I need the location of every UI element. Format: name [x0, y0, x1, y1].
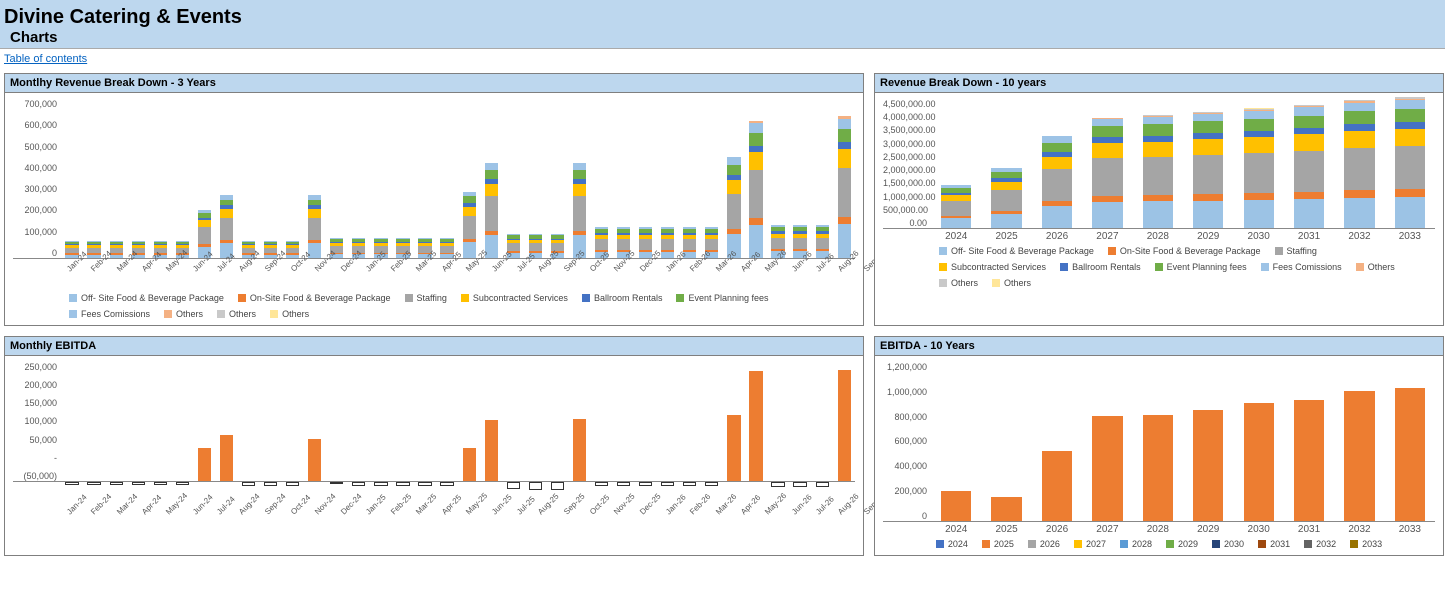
legend-item: Off- Site Food & Beverage Package: [69, 293, 224, 303]
toc-link[interactable]: Table of contents: [4, 53, 87, 65]
legend-item: 2033: [1350, 539, 1382, 549]
panel-yearly-revenue: Revenue Break Down - 10 years 0.00500,00…: [874, 73, 1444, 326]
panel-yearly-ebitda: EBITDA - 10 Years 0200,000400,000600,000…: [874, 336, 1444, 556]
legend-item: On-Site Food & Beverage Package: [238, 293, 391, 303]
legend-item: 2027: [1074, 539, 1106, 549]
company-title: Divine Catering & Events: [4, 6, 1441, 29]
legend-item: On-Site Food & Beverage Package: [1108, 246, 1261, 256]
legend-item: Ballroom Rentals: [1060, 262, 1141, 272]
legend-item: Others: [164, 309, 203, 319]
legend-item: Event Planning fees: [676, 293, 768, 303]
legend-item: Others: [992, 278, 1031, 288]
legend-item: 2032: [1304, 539, 1336, 549]
legend-item: Fees Comissions: [69, 309, 150, 319]
legend-item: 2029: [1166, 539, 1198, 549]
legend-item: 2028: [1120, 539, 1152, 549]
charts-grid: Montlhy Revenue Break Down - 3 Years 010…: [0, 69, 1445, 560]
legend-item: Others: [1356, 262, 1395, 272]
legend-item: Staffing: [405, 293, 447, 303]
legend-item: 2024: [936, 539, 968, 549]
legend-item: Fees Comissions: [1261, 262, 1342, 272]
panel-monthly-ebitda: Monthly EBITDA (50,000)-50,000100,000150…: [4, 336, 864, 556]
panel-monthly-revenue: Montlhy Revenue Break Down - 3 Years 010…: [4, 73, 864, 326]
legend-item: Ballroom Rentals: [582, 293, 663, 303]
legend-item: 2025: [982, 539, 1014, 549]
legend-item: Staffing: [1275, 246, 1317, 256]
page-subtitle: Charts: [10, 29, 1441, 46]
legend-item: Off- Site Food & Beverage Package: [939, 246, 1094, 256]
header: Divine Catering & Events Charts: [0, 0, 1445, 49]
panel-title-monthly-ebitda: Monthly EBITDA: [5, 337, 863, 356]
legend-item: Event Planning fees: [1155, 262, 1247, 272]
legend-item: Subcontracted Services: [461, 293, 568, 303]
panel-title-yearly-revenue: Revenue Break Down - 10 years: [875, 74, 1443, 93]
legend-item: Others: [939, 278, 978, 288]
legend-item: 2030: [1212, 539, 1244, 549]
legend-item: Subcontracted Services: [939, 262, 1046, 272]
legend-item: 2031: [1258, 539, 1290, 549]
legend-item: Others: [270, 309, 309, 319]
toc-row: Table of contents: [0, 49, 1445, 69]
legend-item: Others: [217, 309, 256, 319]
panel-title-yearly-ebitda: EBITDA - 10 Years: [875, 337, 1443, 356]
legend-item: 2026: [1028, 539, 1060, 549]
panel-title-monthly-revenue: Montlhy Revenue Break Down - 3 Years: [5, 74, 863, 93]
